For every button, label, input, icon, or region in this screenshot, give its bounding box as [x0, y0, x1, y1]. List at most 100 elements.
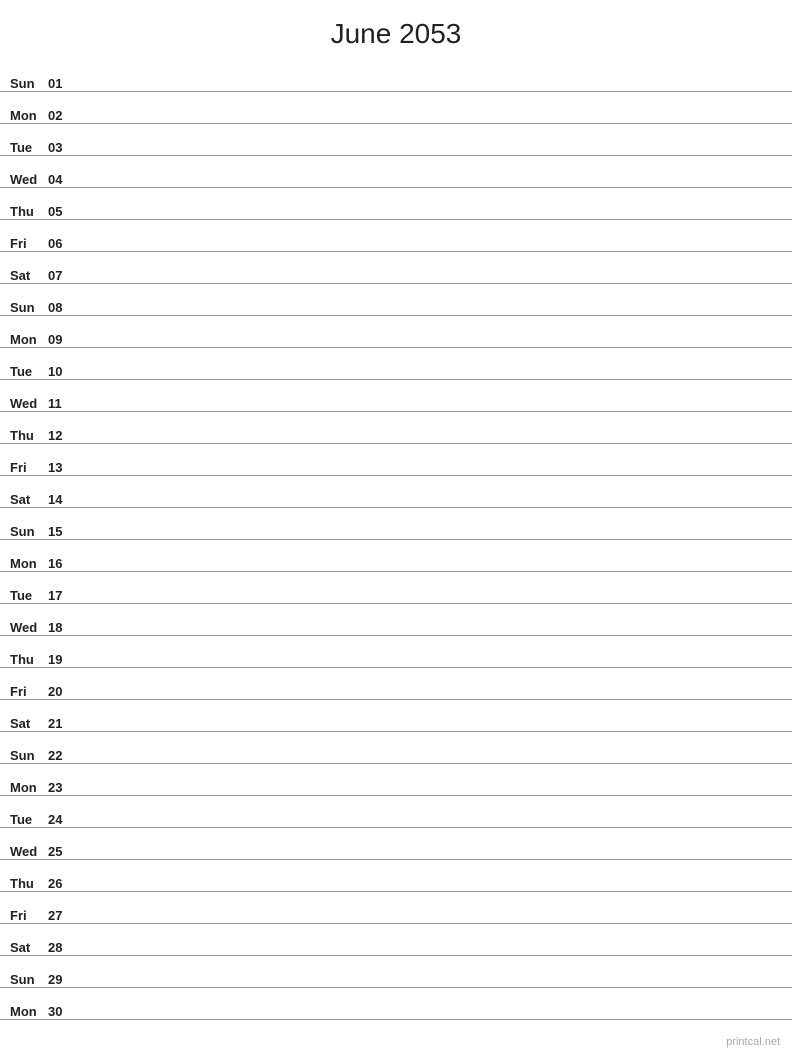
calendar-row: Mon30 [0, 988, 792, 1020]
date-label: 26 [48, 876, 76, 891]
watermark: printcal.net [726, 1036, 780, 1048]
calendar-row: Thu19 [0, 636, 792, 668]
line-area [80, 154, 782, 155]
date-label: 07 [48, 268, 76, 283]
calendar-row: Wed11 [0, 380, 792, 412]
line-area [80, 346, 782, 347]
calendar-row: Mon23 [0, 764, 792, 796]
day-label: Wed [10, 620, 48, 635]
day-label: Fri [10, 460, 48, 475]
calendar-row: Fri27 [0, 892, 792, 924]
calendar-row: Fri20 [0, 668, 792, 700]
day-label: Wed [10, 172, 48, 187]
date-label: 05 [48, 204, 76, 219]
line-area [80, 698, 782, 699]
calendar-row: Wed04 [0, 156, 792, 188]
date-label: 09 [48, 332, 76, 347]
date-label: 15 [48, 524, 76, 539]
date-label: 20 [48, 684, 76, 699]
line-area [80, 922, 782, 923]
date-label: 24 [48, 812, 76, 827]
line-area [80, 250, 782, 251]
calendar-row: Sun22 [0, 732, 792, 764]
line-area [80, 890, 782, 891]
day-label: Sun [10, 76, 48, 91]
day-label: Sat [10, 940, 48, 955]
date-label: 16 [48, 556, 76, 571]
day-label: Sat [10, 716, 48, 731]
day-label: Sun [10, 524, 48, 539]
line-area [80, 122, 782, 123]
calendar-row: Mon02 [0, 92, 792, 124]
date-label: 04 [48, 172, 76, 187]
day-label: Thu [10, 652, 48, 667]
day-label: Wed [10, 844, 48, 859]
date-label: 08 [48, 300, 76, 315]
date-label: 30 [48, 1004, 76, 1019]
day-label: Tue [10, 364, 48, 379]
date-label: 23 [48, 780, 76, 795]
line-area [80, 986, 782, 987]
line-area [80, 1018, 782, 1019]
day-label: Wed [10, 396, 48, 411]
calendar-row: Fri06 [0, 220, 792, 252]
date-label: 14 [48, 492, 76, 507]
date-label: 06 [48, 236, 76, 251]
calendar-row: Thu26 [0, 860, 792, 892]
day-label: Fri [10, 908, 48, 923]
calendar-row: Sun29 [0, 956, 792, 988]
line-area [80, 634, 782, 635]
day-label: Thu [10, 428, 48, 443]
calendar-row: Tue24 [0, 796, 792, 828]
calendar-row: Mon09 [0, 316, 792, 348]
date-label: 03 [48, 140, 76, 155]
line-area [80, 794, 782, 795]
day-label: Sun [10, 748, 48, 763]
calendar-row: Mon16 [0, 540, 792, 572]
day-label: Fri [10, 236, 48, 251]
calendar-row: Thu05 [0, 188, 792, 220]
day-label: Mon [10, 108, 48, 123]
calendar-row: Tue10 [0, 348, 792, 380]
line-area [80, 570, 782, 571]
line-area [80, 314, 782, 315]
date-label: 11 [48, 396, 76, 411]
line-area [80, 410, 782, 411]
calendar-list: Sun01Mon02Tue03Wed04Thu05Fri06Sat07Sun08… [0, 60, 792, 1020]
line-area [80, 762, 782, 763]
date-label: 10 [48, 364, 76, 379]
line-area [80, 442, 782, 443]
day-label: Tue [10, 588, 48, 603]
calendar-row: Sat28 [0, 924, 792, 956]
line-area [80, 474, 782, 475]
line-area [80, 506, 782, 507]
date-label: 12 [48, 428, 76, 443]
calendar-row: Tue17 [0, 572, 792, 604]
line-area [80, 378, 782, 379]
calendar-row: Sat21 [0, 700, 792, 732]
day-label: Sat [10, 492, 48, 507]
day-label: Mon [10, 1004, 48, 1019]
line-area [80, 90, 782, 91]
day-label: Sun [10, 972, 48, 987]
date-label: 22 [48, 748, 76, 763]
calendar-row: Sat14 [0, 476, 792, 508]
calendar-row: Sun01 [0, 60, 792, 92]
calendar-row: Wed18 [0, 604, 792, 636]
calendar-row: Tue03 [0, 124, 792, 156]
day-label: Thu [10, 204, 48, 219]
calendar-row: Thu12 [0, 412, 792, 444]
line-area [80, 186, 782, 187]
calendar-row: Sun15 [0, 508, 792, 540]
line-area [80, 218, 782, 219]
date-label: 01 [48, 76, 76, 91]
line-area [80, 602, 782, 603]
day-label: Fri [10, 684, 48, 699]
calendar-row: Fri13 [0, 444, 792, 476]
calendar-row: Sat07 [0, 252, 792, 284]
date-label: 27 [48, 908, 76, 923]
line-area [80, 730, 782, 731]
date-label: 02 [48, 108, 76, 123]
line-area [80, 282, 782, 283]
day-label: Mon [10, 780, 48, 795]
